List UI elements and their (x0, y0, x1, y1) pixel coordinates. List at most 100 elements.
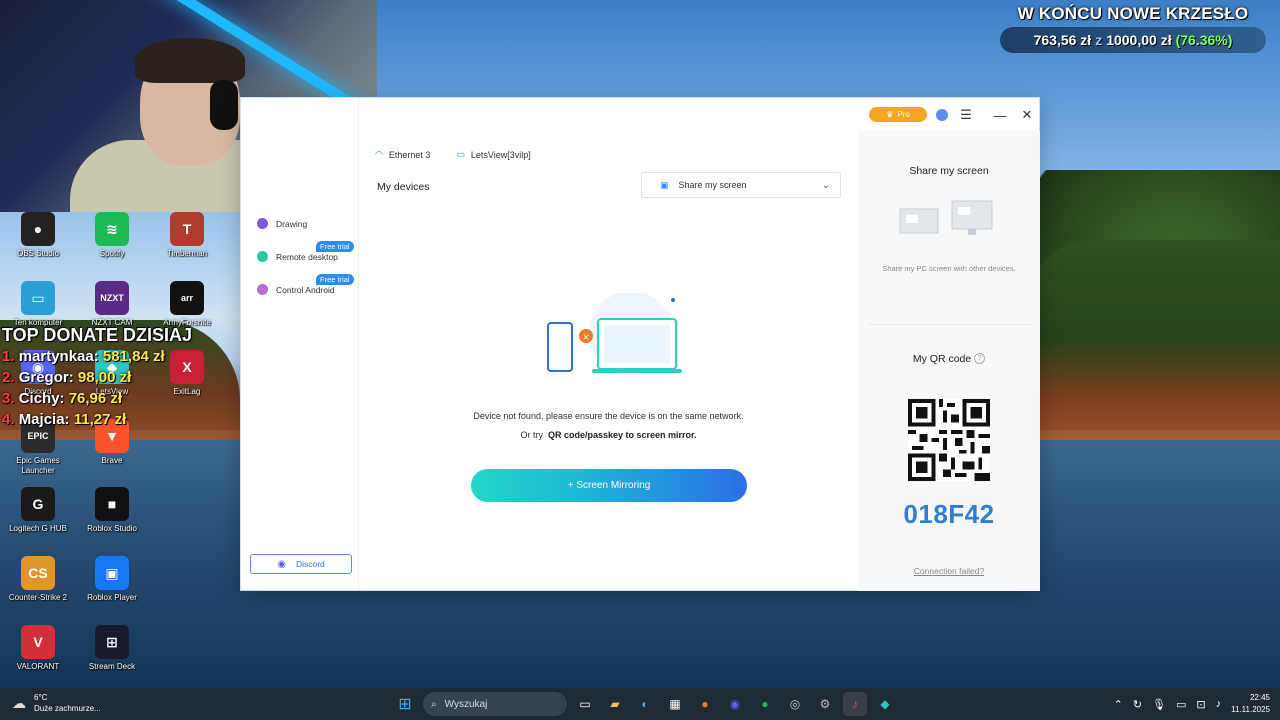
obs-taskbar-icon[interactable]: ◎ (783, 692, 807, 716)
connection-failed-link[interactable]: Connection failed? (858, 566, 1040, 576)
no-device-illustration: × (547, 293, 682, 375)
app-icon: ⊞ (95, 625, 129, 659)
tiktok-icon[interactable]: ♪ (843, 692, 867, 716)
menu-icon[interactable]: ☰ (957, 106, 975, 124)
tab-letsview[interactable]: ▭ LetsView[3vilp] (456, 149, 530, 160)
taskbar: ☁ 6°C Duże zachmurze... ⊞ ⌕ Wyszukaj ▭ ▰… (0, 688, 1280, 720)
desktop-icon-label: OBS Studio (17, 249, 59, 258)
device-not-found-message: Device not found, please ensure the devi… (473, 411, 744, 421)
donate-row: 1. martynkaa: 581,84 zł (2, 348, 165, 365)
desktop-icon-obs-studio[interactable]: ● OBS Studio (0, 212, 76, 259)
app-icon: CS (21, 556, 55, 590)
desktop-icon-stream-deck[interactable]: ⊞ Stream Deck (74, 625, 150, 672)
desktop-icon-label: Roblox Studio (87, 524, 137, 533)
volume-icon[interactable]: ♪ (1216, 698, 1222, 710)
settings-icon[interactable]: ⚙ (813, 692, 837, 716)
network-icon[interactable]: ⊡ (1196, 698, 1205, 711)
file-explorer-icon[interactable]: ▰ (603, 692, 627, 716)
desktop-icon-valorant[interactable]: V VALORANT (0, 625, 76, 672)
app-icon: ▣ (95, 556, 129, 590)
spotify-taskbar-icon[interactable]: ● (753, 692, 777, 716)
donate-row: 4. Majcia: 11,27 zł (2, 411, 127, 428)
qr-passkey-link[interactable]: QR code/passkey to screen mirror. (548, 430, 697, 440)
desktop-icon-label: Brave (101, 456, 123, 465)
discord-taskbar-icon[interactable]: ◉ (723, 692, 747, 716)
right-panel: Share my screen Share my PC screen with … (858, 131, 1040, 591)
sidebar-item-drawing[interactable]: Drawing (257, 218, 307, 229)
discord-button[interactable]: ◉ Discord (250, 554, 352, 574)
firefox-icon[interactable]: ● (693, 692, 717, 716)
sidebar: Drawing Free trial Remote desktop Free t… (241, 98, 359, 590)
app-icon: ≋ (95, 212, 129, 246)
app-icon: G (21, 487, 55, 521)
weather-widget[interactable]: ☁ 6°C Duże zachmurze... (12, 692, 101, 714)
app-icon: ▭ (21, 281, 55, 315)
close-icon[interactable]: ✕ (1018, 106, 1036, 124)
desktop-icon-armyforsnite[interactable]: arr ArmyForsnite (149, 281, 225, 328)
background-shore (1030, 240, 1280, 440)
screens-illustration (899, 200, 993, 235)
clock[interactable]: 22:45 11.11.2025 (1231, 692, 1270, 716)
task-view-icon[interactable]: ▭ (573, 692, 597, 716)
desktop-icon-roblox-player[interactable]: ▣ Roblox Player (74, 556, 150, 603)
donate-row: 3. Cichy: 76,96 zł (2, 390, 123, 407)
taskbar-search[interactable]: ⌕ Wyszukaj (423, 692, 567, 716)
desktop-icon-nzxt-cam[interactable]: NZXT NZXT CAM (74, 281, 150, 328)
share-my-screen-description: Share my PC screen with other devices. (882, 264, 1016, 273)
sidebar-item-control-android[interactable]: Control Android (257, 284, 335, 295)
goal-separator: z (1095, 32, 1103, 48)
desktop-icon-roblox-studio[interactable]: ■ Roblox Studio (74, 487, 150, 534)
goal-progress-bar: 763,56 zł z 1000,00 zł (76.36%) (1000, 27, 1266, 53)
drawing-icon (257, 218, 268, 229)
donate-row: 2. Gregor: 98,00 zł (2, 369, 132, 386)
goal-title: W KOŃCU NOWE KRZESŁO (1017, 4, 1249, 23)
goal-target: 1000,00 zł (1106, 32, 1172, 48)
qr-code-title: My QR code ? (858, 353, 1040, 365)
system-tray: ⌃ ↻ 🎙 ▭ ⊡ ♪ 22:45 11.11.2025 (1114, 692, 1270, 716)
android-icon (257, 284, 268, 295)
desktop-icon-label: Timberman (166, 249, 208, 258)
help-icon[interactable]: ? (974, 353, 986, 364)
desktop-icon-logitech-g-hub[interactable]: G Logitech G HUB (0, 487, 76, 534)
microphone-icon[interactable]: 🎙 (1152, 698, 1166, 711)
tab-ethernet[interactable]: ◠ Ethernet 3 (375, 149, 430, 160)
alt-method-message: Or try QR code/passkey to screen mirror. (520, 430, 697, 440)
desktop-icon-ten-komputer[interactable]: ▭ Ten komputer (0, 281, 76, 328)
minimize-icon[interactable]: — (991, 106, 1009, 124)
sync-icon[interactable]: ↻ (1133, 698, 1142, 711)
sidebar-item-remote-desktop[interactable]: Remote desktop (257, 251, 338, 262)
remote-desktop-icon (257, 251, 268, 262)
qr-code (908, 399, 990, 481)
top-donate-overlay: TOP DONATE DZISIAJ 1. martynkaa: 581,84 … (2, 325, 192, 430)
app-icon: arr (170, 281, 204, 315)
desktop-icon-counter-strike-2[interactable]: CS Counter-Strike 2 (0, 556, 76, 603)
svg-text:×: × (582, 333, 590, 343)
app-icon: NZXT (95, 281, 129, 315)
windows-start-icon[interactable]: ⊞ (393, 692, 417, 716)
desktop-icon-label: Epic Games Launcher (16, 456, 60, 475)
account-icon[interactable] (933, 106, 951, 124)
divider (868, 324, 1030, 325)
app-icon: T (170, 212, 204, 246)
display-icon[interactable]: ▭ (1176, 698, 1186, 711)
monitor-icon: ▭ (456, 149, 465, 159)
sidebar-item-label: Remote desktop (276, 251, 338, 262)
chevron-up-icon[interactable]: ⌃ (1114, 698, 1123, 711)
letsview-taskbar-icon[interactable]: ◆ (873, 692, 897, 716)
goal-current: 763,56 zł (1033, 32, 1092, 48)
goal-percent: (76.36%) (1175, 32, 1233, 48)
desktop-icon-label: Logitech G HUB (9, 524, 67, 533)
desktop-icon-spotify[interactable]: ≋ Spotify (74, 212, 150, 259)
app-icon: ● (21, 212, 55, 246)
app-icon: V (21, 625, 55, 659)
desktop-icon-timberman[interactable]: T Timberman (149, 212, 225, 259)
desktop-icon-label: Counter-Strike 2 (8, 593, 68, 602)
share-screen-dropdown[interactable]: ▣ Share my screen ⌄ (641, 172, 841, 198)
pro-button[interactable]: ♛ Pro (869, 107, 927, 122)
sidebar-item-label: Drawing (276, 218, 308, 229)
screen-mirroring-button[interactable]: + Screen Mirroring (471, 469, 747, 502)
edge-icon[interactable]: ◐ (633, 692, 657, 716)
desktop-icon-label: Stream Deck (88, 662, 136, 671)
store-icon[interactable]: ▦ (663, 692, 687, 716)
top-donate-title: TOP DONATE DZISIAJ (2, 325, 193, 345)
